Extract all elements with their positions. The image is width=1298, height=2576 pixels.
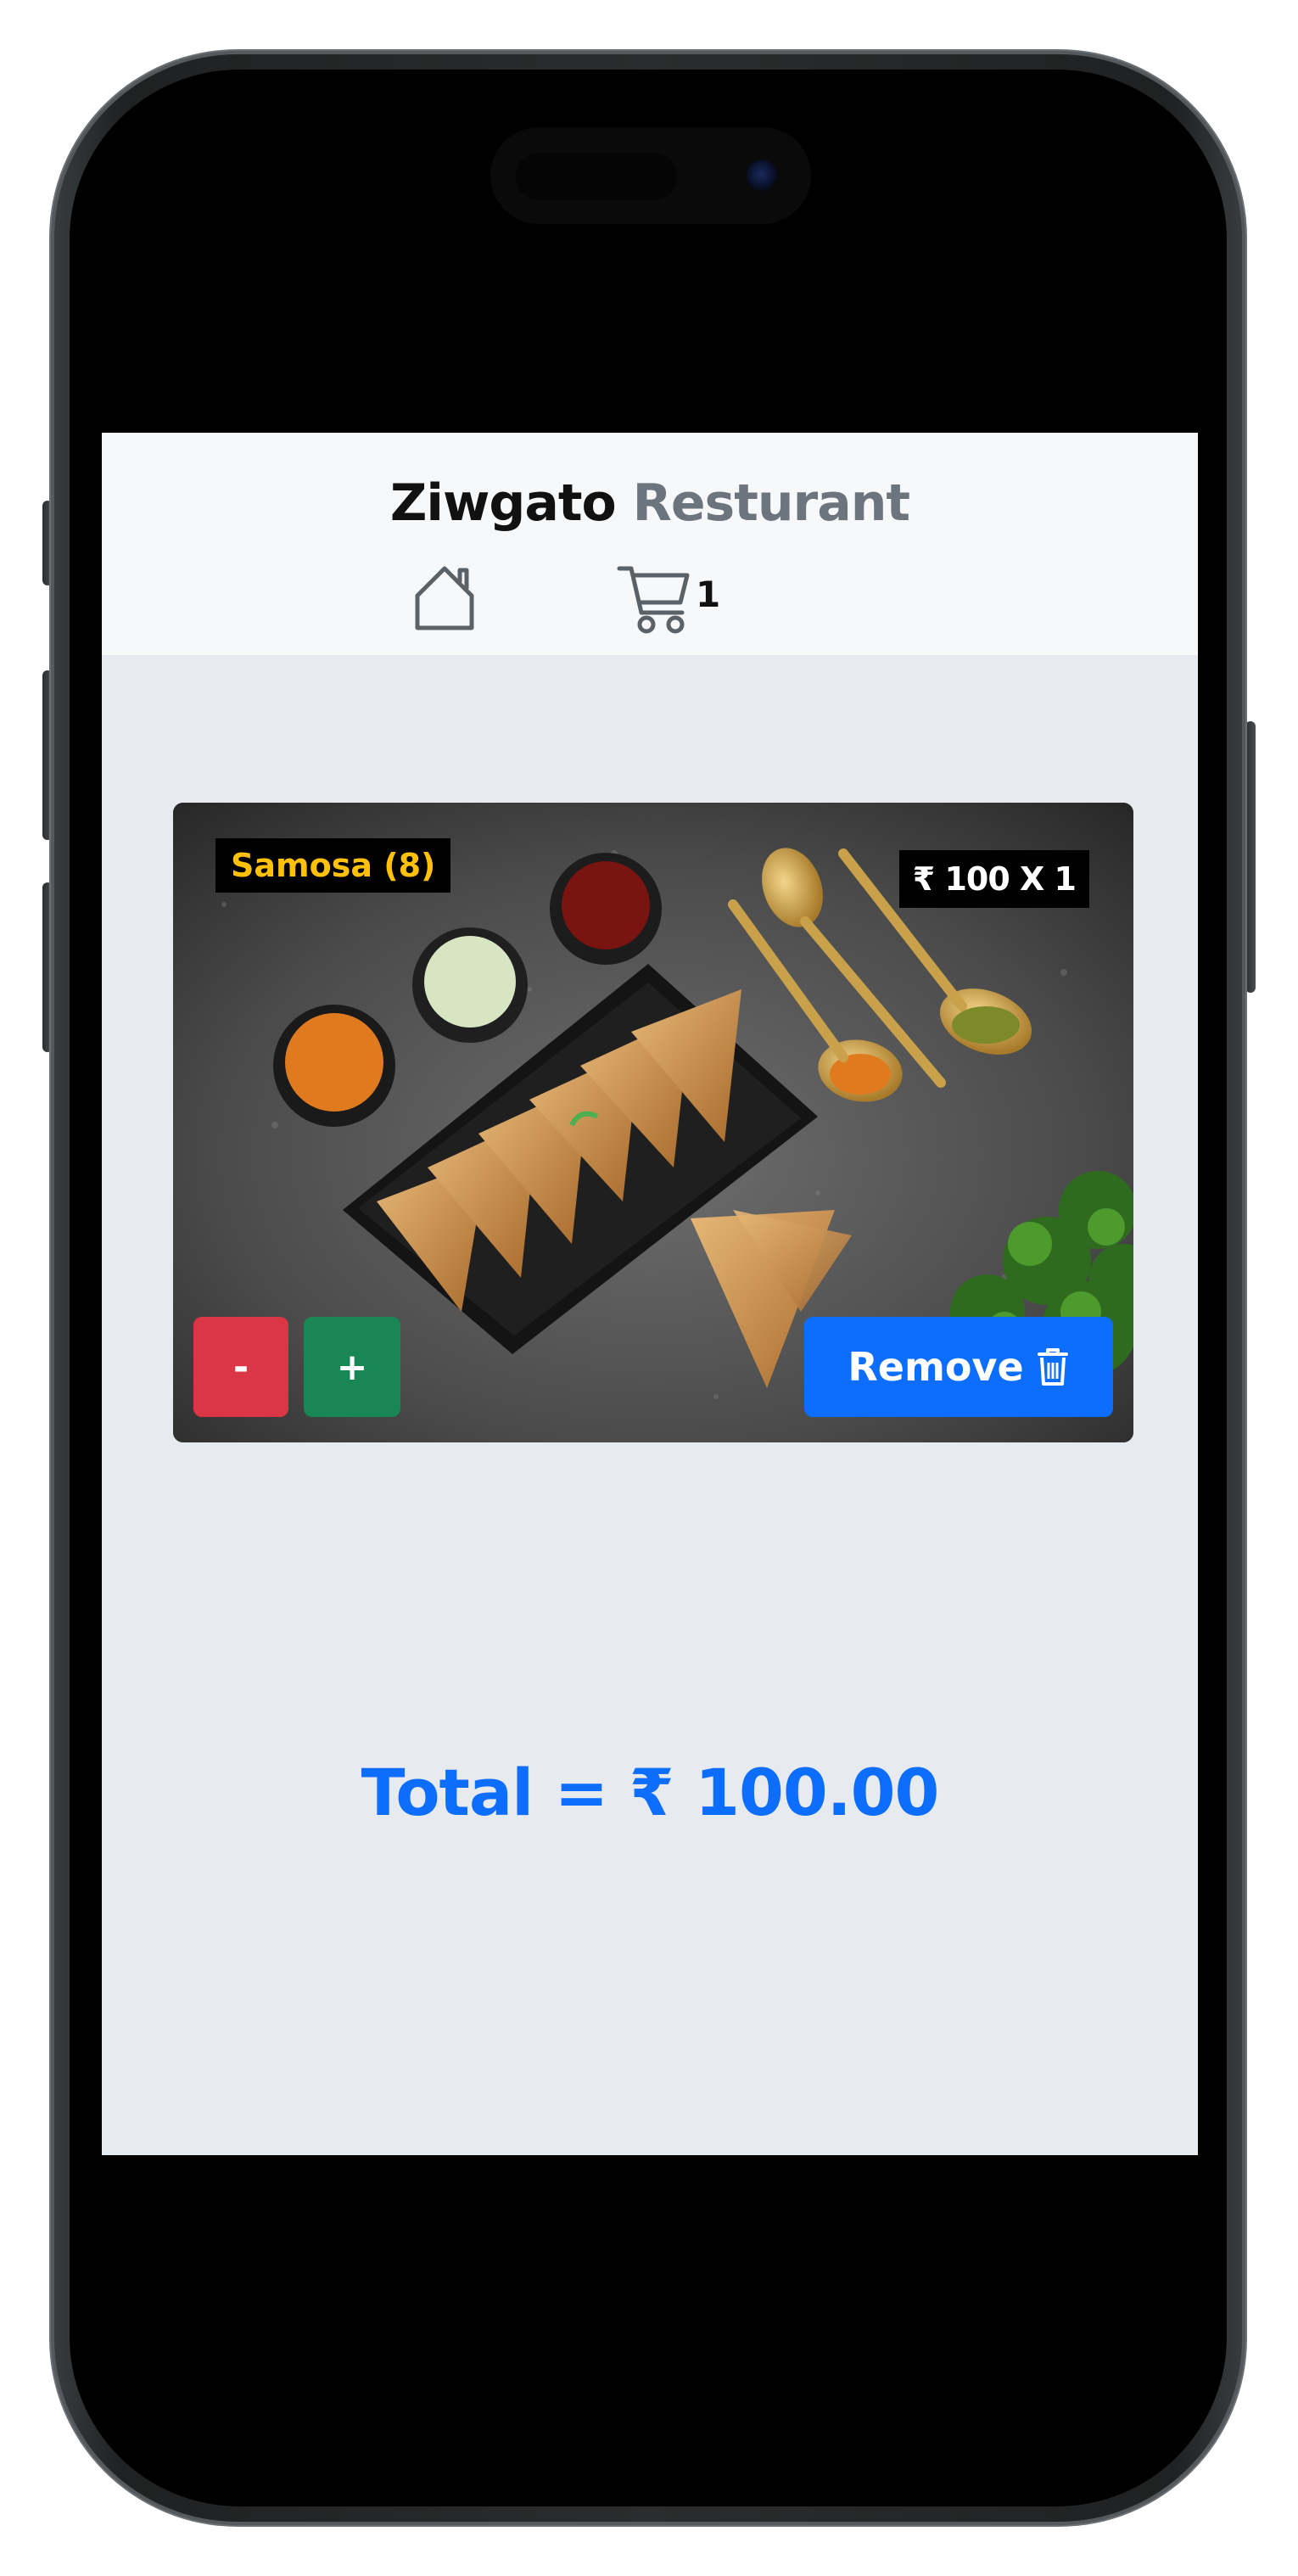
decrease-quantity-button[interactable]: -	[193, 1317, 288, 1417]
remove-button-label: Remove	[848, 1344, 1024, 1390]
island-sensor	[516, 153, 677, 200]
cart-total: Total = ₹ 100.00	[361, 1755, 940, 1830]
cart-count-badge: 1	[696, 574, 721, 615]
brand-primary: Ziwgato	[389, 473, 617, 533]
increase-quantity-button[interactable]: +	[304, 1317, 400, 1417]
front-camera	[747, 160, 779, 192]
device-mockup: Ziwgato Resturant 1 Samosa (8) ₹ 100 X 1…	[0, 0, 1298, 2576]
cart-item-card: Samosa (8) ₹ 100 X 1 - + Remove	[173, 803, 1133, 1442]
power-button	[1245, 721, 1256, 993]
brand-title[interactable]: Ziwgato Resturant	[102, 473, 1198, 533]
cart-icon[interactable]	[616, 562, 692, 638]
nav-links: 1	[102, 562, 1198, 638]
app-screen: Ziwgato Resturant 1 Samosa (8) ₹ 100 X 1…	[102, 433, 1198, 2155]
remove-item-button[interactable]: Remove	[804, 1317, 1113, 1417]
trash-icon	[1037, 1348, 1068, 1386]
item-price-label: ₹ 100 X 1	[898, 850, 1089, 908]
navbar: Ziwgato Resturant 1	[102, 433, 1198, 655]
brand-secondary: Resturant	[632, 473, 910, 533]
home-icon[interactable]	[409, 562, 480, 633]
item-name-label: Samosa (8)	[215, 838, 451, 893]
